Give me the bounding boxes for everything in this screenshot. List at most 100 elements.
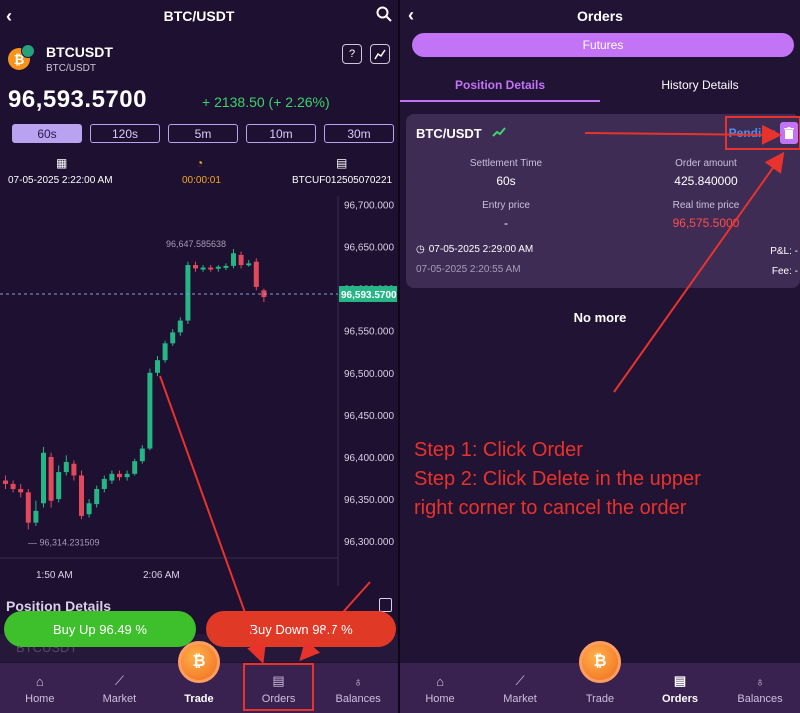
nav-balances[interactable]: ♁ Balances: [318, 663, 398, 713]
nav-home-label: Home: [25, 693, 55, 705]
timer-icon: ◔: [196, 156, 204, 170]
balances-icon: ♁: [353, 674, 364, 689]
bottom-nav: ⌂ Home ⟋ Market ₿ Trade ▤ Orders ♁ Balan…: [0, 641, 398, 713]
futures-tab[interactable]: Futures: [412, 33, 794, 57]
status-badge: Pending: [728, 126, 776, 140]
y-tick-label: 96,400.000: [344, 453, 394, 464]
candle-body: [63, 462, 69, 473]
y-tick-label: 96,350.000: [344, 495, 394, 506]
countdown: 00:00:01: [182, 175, 221, 186]
page-title: BTC/USDT: [163, 8, 235, 24]
candle-body: [170, 332, 176, 344]
candle-body: [246, 263, 252, 266]
back-icon[interactable]: ‹: [408, 5, 414, 26]
delete-icon[interactable]: [780, 122, 798, 144]
market-icon: ⟋: [114, 673, 124, 688]
calendar-icon: ▦: [56, 156, 68, 170]
help-icon[interactable]: ?: [342, 44, 362, 64]
clock-icon: ◷: [416, 244, 425, 255]
y-tick-label: 96,300.000: [344, 537, 394, 548]
nav-trade[interactable]: ₿ Trade: [159, 641, 239, 713]
tab-position-details[interactable]: Position Details: [400, 70, 600, 102]
nav-home[interactable]: ⌂ Home: [0, 663, 80, 713]
candle-body: [185, 265, 191, 321]
candle-body: [223, 265, 229, 268]
nav-trade-label: Trade: [184, 693, 214, 705]
y-tick-label: 96,650.000: [344, 243, 394, 254]
orders-icon: ▤: [673, 673, 687, 688]
real-label: Real time price: [672, 200, 740, 211]
buy-up-button[interactable]: Buy Up 96.49 %: [4, 611, 196, 647]
market-icon: ⟋: [515, 673, 525, 688]
period-30m[interactable]: 30m: [324, 124, 394, 143]
trend-up-icon: [492, 124, 506, 140]
candle-body: [10, 483, 16, 489]
search-icon[interactable]: [376, 6, 392, 25]
trade-icon[interactable]: ₿: [579, 641, 621, 683]
nav-home[interactable]: ⌂ Home: [400, 663, 480, 713]
period-5m[interactable]: 5m: [168, 124, 238, 143]
nav-balances[interactable]: ♁ Balances: [720, 663, 800, 713]
back-icon[interactable]: ‹: [6, 6, 12, 27]
buy-down-button[interactable]: Buy Down 98.7 %: [206, 611, 396, 647]
period-10m[interactable]: 10m: [246, 124, 316, 143]
nav-market[interactable]: ⟋ Market: [80, 663, 160, 713]
orders-screen: ‹ Orders Futures Position Details Histor…: [400, 0, 800, 713]
order-card[interactable]: BTC/USDT Pending Settlement Time 60s Ord…: [406, 114, 800, 288]
trade-screen: ‹ BTC/USDT ₿ BTCUSDT BTC/USDT ? 96,593.5…: [0, 0, 398, 713]
step-1: Step 1: Click Order: [414, 439, 583, 461]
nav-market[interactable]: ⟋ Market: [480, 663, 560, 713]
candle-body: [162, 343, 168, 361]
open-time: ◷ 07-05-2025 2:29:00 AM: [416, 244, 533, 255]
candle-body: [71, 463, 77, 476]
candle-body: [139, 448, 145, 462]
nav-orders[interactable]: ▤ Orders: [640, 663, 720, 713]
price-chart[interactable]: 96,700.00096,650.00096,600.00096,550.000…: [0, 196, 398, 586]
nav-orders-label: Orders: [261, 693, 296, 705]
order-number-icon: ▤: [336, 156, 348, 170]
trade-icon[interactable]: ₿: [177, 641, 220, 683]
entry-value: -: [504, 216, 508, 230]
pnl: P&L: -: [770, 246, 798, 257]
order-info-row: ▦ 07-05-2025 2:22:00 AM ◔ 00:00:01 ▤ BTC…: [0, 156, 398, 196]
chart-settings-icon[interactable]: [370, 44, 390, 64]
candle-body: [41, 452, 46, 504]
period-120s[interactable]: 120s: [90, 124, 160, 143]
candle-body: [200, 267, 206, 270]
step-2: Step 2: Click Delete in the upper: [414, 468, 701, 490]
period-60s[interactable]: 60s: [12, 124, 82, 143]
amount-label: Order amount: [675, 158, 737, 169]
settlement-time: Settlement Time 60s: [406, 158, 606, 188]
candle-body: [3, 480, 8, 484]
candle-body: [33, 510, 39, 523]
candle-body: [177, 320, 183, 333]
y-tick-label: 96,450.000: [344, 411, 394, 422]
document-icon[interactable]: [379, 598, 392, 612]
candle-body: [208, 267, 214, 270]
fee: Fee: -: [771, 266, 798, 277]
instruction-text: Step 1: Click Order Step 2: Click Delete…: [414, 436, 701, 523]
entry-price: Entry price -: [406, 200, 606, 230]
btc-logo-icon: ₿: [8, 44, 35, 70]
bottom-nav: ⌂ Home ⟋ Market ₿ Trade ▤ Orders ♁ Balan…: [400, 641, 800, 713]
order-pair: BTC/USDT: [416, 126, 482, 141]
entry-label: Entry price: [482, 200, 530, 211]
candle-body: [132, 461, 138, 474]
candle-body: [18, 488, 24, 493]
nav-home-label: Home: [425, 693, 455, 705]
settlement-value: 60s: [496, 174, 516, 188]
orders-icon: ▤: [272, 673, 285, 688]
tab-history-details[interactable]: History Details: [600, 70, 800, 102]
candle-body: [79, 475, 84, 516]
candle-body: [56, 472, 62, 500]
order-date: 07-05-2025 2:22:00 AM: [8, 175, 113, 186]
coin-info[interactable]: ₿ BTCUSDT BTC/USDT: [8, 44, 113, 74]
candle-body: [147, 372, 153, 449]
settlement-label: Settlement Time: [469, 158, 543, 169]
nav-trade[interactable]: ₿ Trade: [560, 641, 640, 713]
candle-body: [48, 456, 54, 501]
candle-body: [215, 266, 221, 269]
candle-body: [86, 503, 92, 515]
nav-orders[interactable]: ▤ Orders: [239, 663, 319, 713]
candle-body: [94, 488, 100, 505]
